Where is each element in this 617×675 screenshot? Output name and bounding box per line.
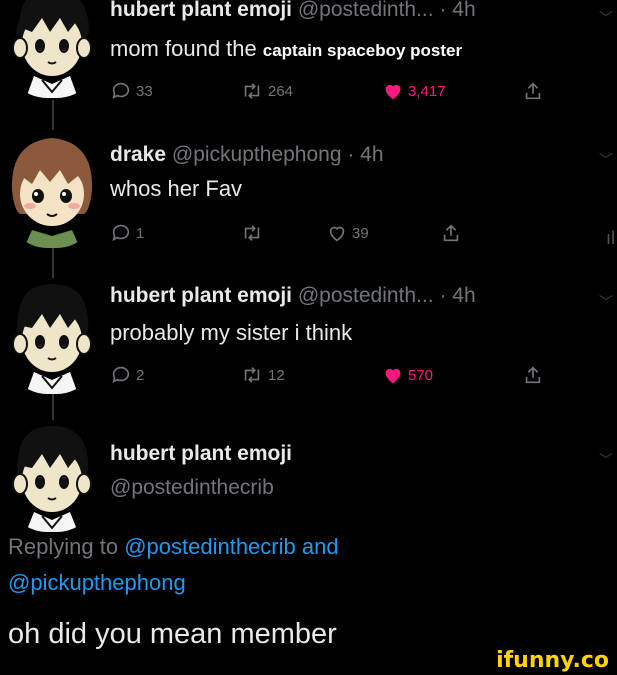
reply-count: 33 <box>136 82 153 100</box>
tweet-time[interactable]: · 4h <box>439 284 475 307</box>
author-handle[interactable]: @pickupthephong <box>172 143 342 166</box>
mention-link[interactable]: @postedinthecrib <box>124 534 296 559</box>
reply-count: 1 <box>136 224 145 242</box>
tweet-text-main: whos her Fav <box>110 176 243 201</box>
focused-author-handle[interactable]: @postedinthecrib <box>110 476 274 500</box>
replying-to-cont: @pickupthephong <box>8 570 186 596</box>
like-count: 570 <box>408 366 434 384</box>
tweet-text: mom found the captain spaceboy poster <box>110 36 462 62</box>
replying-to: Replying to @postedinthecrib and <box>8 534 339 560</box>
reply-button[interactable]: 33 <box>110 80 153 102</box>
author-handle[interactable]: @postedinth... <box>298 0 434 21</box>
tweet-header: hubert plant emoji @postedinth... · 4h <box>110 0 476 22</box>
share-icon <box>443 224 459 242</box>
reply-button[interactable]: 2 <box>110 364 144 386</box>
tweet-header: hubert plant emoji @postedinth... · 4h <box>110 284 476 308</box>
heart-filled-icon <box>385 368 401 384</box>
heart-filled-icon <box>385 84 401 100</box>
author-name[interactable]: drake <box>110 143 166 166</box>
mention-link[interactable]: @pickupthephong <box>8 570 186 595</box>
replying-prefix: Replying to <box>8 534 119 559</box>
tweet-text: whos her Fav <box>110 176 242 202</box>
watermark-bar: ifunny.co <box>0 648 617 675</box>
share-button[interactable] <box>440 222 466 244</box>
more-chevron-icon[interactable]: ﹀ <box>599 150 613 170</box>
tweet-actions: 33 264 3,417 <box>110 80 550 108</box>
author-handle[interactable]: @postedinth... <box>298 284 434 307</box>
avatar-hubert[interactable] <box>2 278 102 394</box>
more-chevron-icon[interactable]: ﹀ <box>599 8 613 28</box>
avatar-hubert[interactable] <box>2 420 102 532</box>
tweet-actions: 2 12 570 <box>110 364 550 392</box>
reply-icon <box>112 224 130 241</box>
share-button[interactable] <box>522 364 548 386</box>
like-button[interactable]: 3,417 <box>382 80 446 102</box>
retweet-count: 12 <box>268 366 285 384</box>
thread-line <box>52 100 54 130</box>
focused-author-name[interactable]: hubert plant emoji <box>110 442 292 466</box>
retweet-icon <box>244 225 260 241</box>
tweet-text: probably my sister i think <box>110 320 352 346</box>
reply-count: 2 <box>136 366 145 384</box>
reply-button[interactable]: 1 <box>110 222 144 244</box>
author-name[interactable]: hubert plant emoji <box>110 0 292 21</box>
reply-icon <box>112 82 130 99</box>
more-chevron-icon[interactable]: ﹀ <box>599 450 613 470</box>
ifunny-watermark: ifunny.co <box>496 648 609 673</box>
tweet-text-main: oh did you mean member <box>8 618 337 650</box>
retweet-button[interactable]: 264 <box>240 80 293 102</box>
more-chevron-icon[interactable]: ﹀ <box>599 292 613 312</box>
share-icon <box>525 82 541 100</box>
overlay-caption: captain spaceboy poster <box>262 41 463 60</box>
author-name[interactable]: hubert plant emoji <box>110 284 292 307</box>
tweet-time[interactable]: · 4h <box>347 143 383 166</box>
share-button[interactable] <box>522 80 548 102</box>
heart-outline-icon <box>329 226 345 242</box>
tweet-time[interactable]: · 4h <box>439 0 475 21</box>
mention-and: and <box>301 534 339 559</box>
author-name[interactable]: hubert plant emoji <box>110 442 292 465</box>
tweet-actions: 1 39 <box>110 222 550 250</box>
thread-line <box>52 245 54 280</box>
tweet-text-main: mom found the <box>110 36 257 61</box>
analytics-icon[interactable]: ıl <box>606 228 615 249</box>
retweet-icon <box>244 83 260 99</box>
avatar-hubert[interactable] <box>2 0 102 98</box>
thread-line <box>52 392 54 422</box>
focused-tweet-text: oh did you mean member <box>8 618 337 651</box>
retweet-button[interactable] <box>240 222 268 244</box>
like-count: 39 <box>352 224 369 242</box>
share-icon <box>525 366 541 384</box>
like-count: 3,417 <box>408 82 446 100</box>
avatar-drake[interactable] <box>2 130 102 248</box>
reply-icon <box>112 366 130 383</box>
retweet-count: 264 <box>268 82 294 100</box>
retweet-button[interactable]: 12 <box>240 364 285 386</box>
like-button[interactable]: 570 <box>382 364 433 386</box>
tweet-header: drake @pickupthephong · 4h <box>110 143 384 167</box>
retweet-icon <box>244 367 260 383</box>
tweet-text-main: probably my sister i think <box>110 320 353 345</box>
author-handle[interactable]: @postedinthecrib <box>110 476 274 499</box>
like-button[interactable]: 39 <box>326 222 369 244</box>
